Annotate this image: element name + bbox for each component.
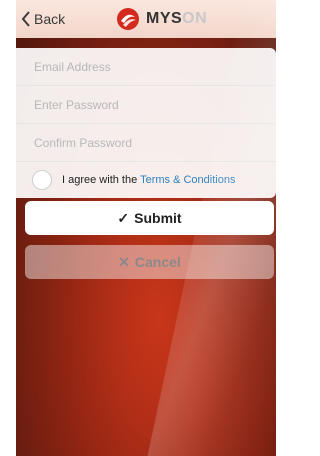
chevron-left-icon: [21, 11, 30, 27]
brand-name-part2: ON: [182, 10, 208, 27]
cancel-label: Cancel: [134, 254, 181, 270]
email-row: [16, 48, 276, 86]
agree-prefix: I agree with the: [62, 174, 141, 186]
brand-logo: MYSON: [116, 7, 207, 31]
checkmark-icon: ✓: [117, 209, 130, 226]
confirm-password-row: [16, 124, 276, 162]
submit-label: Submit: [134, 210, 182, 226]
nav-bar: Back MYSON: [16, 0, 276, 38]
brand-name-part1: MYS: [146, 10, 183, 27]
app-screen: Back MYSON I agree with the Terms & Cond…: [16, 0, 276, 456]
email-input[interactable]: [32, 58, 276, 75]
cancel-button[interactable]: ✕ Cancel: [25, 245, 274, 279]
myson-logo-icon: [117, 8, 139, 30]
x-icon: ✕: [118, 253, 130, 270]
confirm-password-input[interactable]: [32, 134, 276, 151]
submit-button[interactable]: ✓ Submit: [25, 201, 274, 235]
terms-agreement-row: I agree with the Terms & Conditions: [16, 162, 276, 198]
back-button[interactable]: Back: [21, 8, 65, 30]
back-label: Back: [34, 11, 66, 27]
agree-checkbox[interactable]: [32, 170, 52, 190]
password-row: [16, 86, 276, 124]
password-input[interactable]: [32, 96, 276, 113]
terms-link[interactable]: Terms & Conditions: [140, 174, 235, 186]
registration-form: I agree with the Terms & Conditions: [16, 48, 276, 198]
brand-name: MYSON: [146, 10, 207, 28]
agree-text: I agree with the Terms & Conditions: [62, 174, 235, 186]
